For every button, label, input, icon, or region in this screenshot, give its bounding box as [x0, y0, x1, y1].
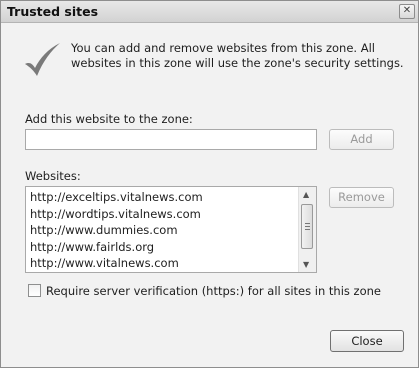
add-button[interactable]: Add — [329, 129, 394, 150]
remove-button[interactable]: Remove — [329, 187, 394, 208]
scroll-up-icon[interactable]: ▲ — [303, 190, 309, 199]
websites-label: Websites: — [25, 169, 81, 183]
website-list-item[interactable]: http://exceltips.vitalnews.com — [30, 189, 296, 206]
grip-line — [305, 223, 310, 224]
websites-scrollbar[interactable]: ▲ ▼ — [298, 187, 316, 272]
website-list-item[interactable]: http://wordtips.vitalnews.com — [30, 206, 296, 223]
scroll-thumb[interactable] — [301, 204, 313, 249]
require-verification-label: Require server verification (https:) for… — [46, 284, 381, 298]
close-icon[interactable]: ✕ — [399, 4, 415, 19]
trusted-sites-dialog: Trusted sites ✕ You can add and remove w… — [0, 0, 419, 368]
add-website-label: Add this website to the zone: — [25, 112, 193, 126]
websites-list[interactable]: http://exceltips.vitalnews.com http://wor… — [25, 186, 317, 273]
website-list-item[interactable]: http://www.vitalnews.com — [30, 255, 296, 272]
close-button[interactable]: Close — [330, 330, 404, 352]
checkmark-icon — [25, 43, 60, 76]
checkmark-shape — [25, 43, 60, 76]
website-list-item[interactable]: http://www.fairlds.org — [30, 239, 296, 256]
title-bar: Trusted sites ✕ — [1, 1, 418, 23]
scroll-down-icon[interactable]: ▼ — [303, 260, 309, 269]
zone-description: You can add and remove websites from thi… — [71, 41, 404, 70]
grip-line — [305, 229, 310, 230]
add-website-input[interactable] — [25, 129, 317, 150]
dialog-title: Trusted sites — [7, 4, 99, 19]
website-list-item[interactable]: http://www.dummies.com — [30, 222, 296, 239]
websites-list-items: http://exceltips.vitalnews.com http://wor… — [30, 189, 296, 272]
require-verification-checkbox[interactable] — [28, 284, 41, 297]
grip-line — [305, 226, 310, 227]
